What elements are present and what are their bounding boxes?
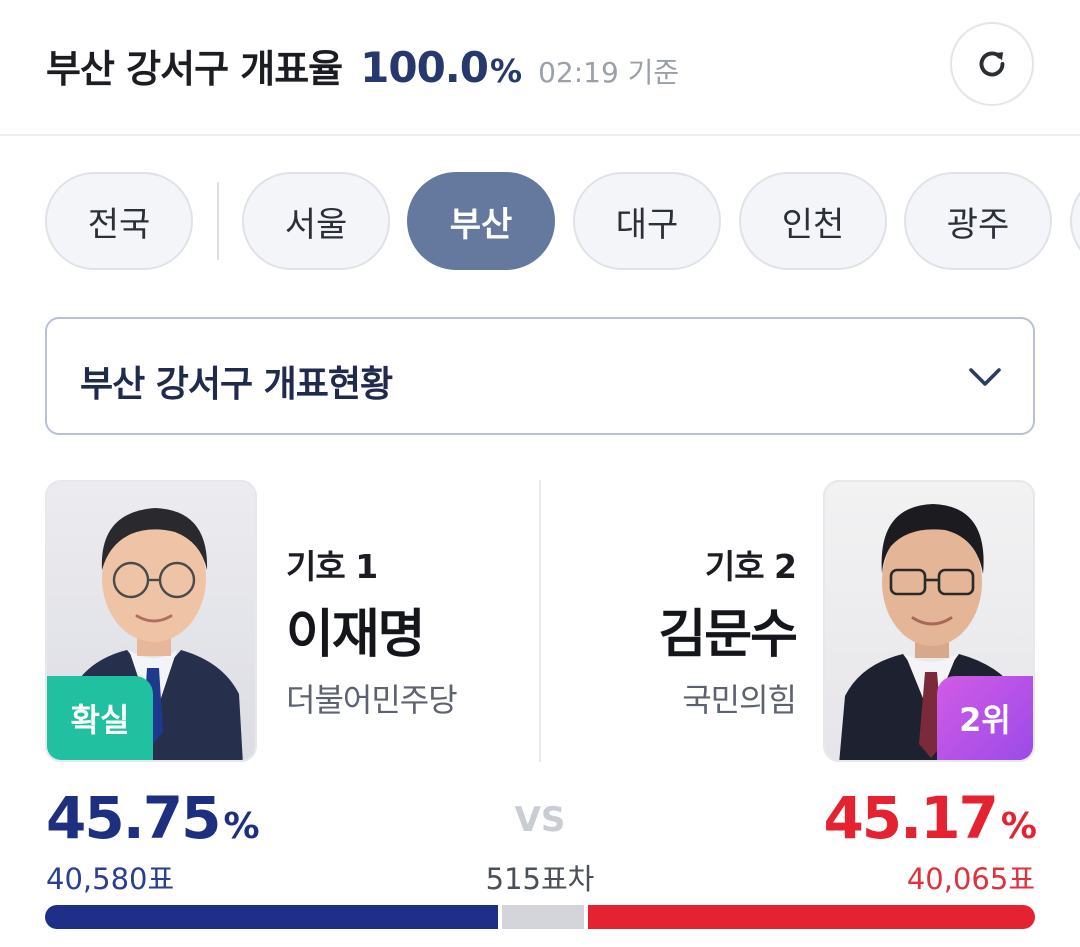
vote-bar-remaining: [502, 905, 584, 929]
tab-nationwide[interactable]: 전국: [45, 172, 193, 270]
region-tabs: 전국 서울 부산 대구 인천 광주: [0, 170, 1080, 274]
candidate-party: 더불어민주당: [286, 681, 458, 719]
rank-badge: 2위: [937, 676, 1033, 760]
candidate-photo-right: 2위: [823, 480, 1035, 762]
candidate-number: 기호 2: [704, 547, 797, 586]
win-badge: 확실: [47, 676, 153, 760]
tab-next[interactable]: [1070, 172, 1080, 270]
vote-percent-value: 45.17: [823, 784, 998, 852]
tab-divider: [217, 182, 219, 260]
title-text: 부산 강서구 개표율: [46, 47, 343, 91]
tab-incheon[interactable]: 인천: [739, 172, 887, 270]
vote-bar-right: [588, 905, 1035, 929]
candidate-party: 국민의힘: [682, 681, 797, 719]
candidate-info-left: 기호 1 이재명 더불어민주당: [286, 540, 458, 721]
candidate-divider: [539, 480, 541, 762]
vote-bar-left: [45, 905, 498, 929]
refresh-button[interactable]: [950, 22, 1034, 106]
vote-count-right: 40,065표: [906, 862, 1035, 896]
chevron-down-icon: [969, 368, 1001, 386]
district-select[interactable]: 부산 강서구 개표현황: [45, 317, 1035, 435]
tab-busan[interactable]: 부산: [407, 172, 555, 270]
vote-percent-right: 45.17%: [823, 784, 1037, 852]
refresh-icon: [979, 51, 1005, 77]
page-title: 부산 강서구 개표율 100.0 % 02:19 기준: [46, 38, 679, 93]
update-time: 02:19 기준: [538, 56, 680, 89]
header: 부산 강서구 개표율 100.0 % 02:19 기준: [0, 0, 1080, 136]
candidate-number: 기호 1: [286, 547, 378, 586]
candidate-name: 김문수: [658, 605, 798, 665]
count-rate: 100.0: [360, 43, 489, 92]
tab-seoul[interactable]: 서울: [242, 172, 390, 270]
district-select-label: 부산 강서구 개표현황: [80, 364, 393, 405]
vote-percent-unit: %: [1000, 806, 1037, 847]
candidate-photo-left: 확실: [45, 480, 257, 762]
candidate-info-right: 기호 2 김문수 국민의힘: [658, 540, 798, 721]
count-rate-unit: %: [490, 52, 523, 90]
tab-gwangju[interactable]: 광주: [904, 172, 1052, 270]
tab-daegu[interactable]: 대구: [573, 172, 721, 270]
candidate-name: 이재명: [286, 605, 426, 665]
